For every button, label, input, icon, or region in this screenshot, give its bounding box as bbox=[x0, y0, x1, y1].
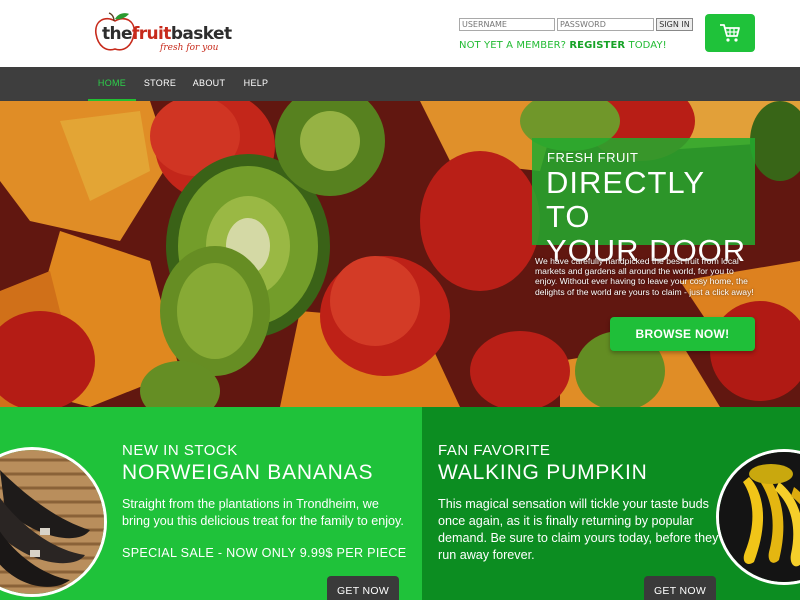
brand-name: thefruitbasket bbox=[102, 24, 232, 44]
hero-banner: FRESH FRUIT DIRECTLY TO YOUR DOOR We hav… bbox=[0, 101, 800, 407]
feature-panel-bananas: NEW IN STOCK NORWEIGAN BANANAS Straight … bbox=[0, 407, 422, 600]
pumpkin-image bbox=[716, 449, 800, 585]
nav-item-home[interactable]: HOME bbox=[88, 67, 136, 101]
pumpkin-description: This magical sensation will tickle your … bbox=[438, 497, 719, 562]
nav-item-about[interactable]: ABOUT bbox=[188, 67, 230, 101]
main-nav: HOME STORE ABOUT HELP bbox=[0, 67, 800, 101]
password-input[interactable] bbox=[557, 18, 654, 31]
bananas-kicker: NEW IN STOCK bbox=[122, 442, 238, 459]
hero-headline-box: FRESH FRUIT DIRECTLY TO YOUR DOOR bbox=[532, 138, 755, 268]
pumpkin-kicker: FAN FAVORITE bbox=[438, 442, 551, 459]
shopping-cart-icon bbox=[720, 24, 740, 42]
get-bananas-button[interactable]: GET NOW bbox=[327, 576, 399, 600]
get-pumpkin-button[interactable]: GET NOW bbox=[644, 576, 716, 600]
bananas-description: Straight from the plantations in Trondhe… bbox=[122, 497, 404, 528]
register-link[interactable]: REGISTER bbox=[569, 40, 625, 51]
member-suffix-text: TODAY! bbox=[628, 40, 667, 51]
site-logo[interactable]: thefruitbasket fresh for you bbox=[92, 10, 232, 58]
site-header: thefruitbasket fresh for you SIGN IN NOT… bbox=[0, 0, 800, 67]
hero-description: We have carefully handpicked the best fr… bbox=[535, 256, 754, 297]
cart-button[interactable] bbox=[705, 14, 755, 52]
pumpkin-title: WALKING PUMPKIN bbox=[438, 461, 648, 484]
brand-tagline: fresh for you bbox=[160, 43, 219, 53]
nav-item-store[interactable]: STORE bbox=[140, 67, 180, 101]
hero-kicker: FRESH FRUIT bbox=[547, 150, 639, 165]
bananas-title: NORWEIGAN BANANAS bbox=[122, 461, 374, 484]
bananas-image bbox=[0, 447, 107, 597]
username-input[interactable] bbox=[459, 18, 555, 31]
member-prefix-text: NOT YET A MEMBER? bbox=[459, 40, 567, 51]
bananas-sale-text: SPECIAL SALE - NOW ONLY 9.99$ PER PIECE bbox=[122, 546, 407, 560]
hero-headline: DIRECTLY TO YOUR DOOR bbox=[546, 166, 755, 268]
hero-headline-line1: DIRECTLY TO bbox=[546, 165, 705, 234]
nav-item-help[interactable]: HELP bbox=[238, 67, 274, 101]
register-prompt: NOT YET A MEMBER? REGISTER TODAY! bbox=[459, 40, 667, 51]
sign-in-button[interactable]: SIGN IN bbox=[656, 18, 693, 31]
browse-now-button[interactable]: BROWSE NOW! bbox=[610, 317, 755, 351]
feature-panel-pumpkin: FAN FAVORITE WALKING PUMPKIN This magica… bbox=[422, 407, 800, 600]
